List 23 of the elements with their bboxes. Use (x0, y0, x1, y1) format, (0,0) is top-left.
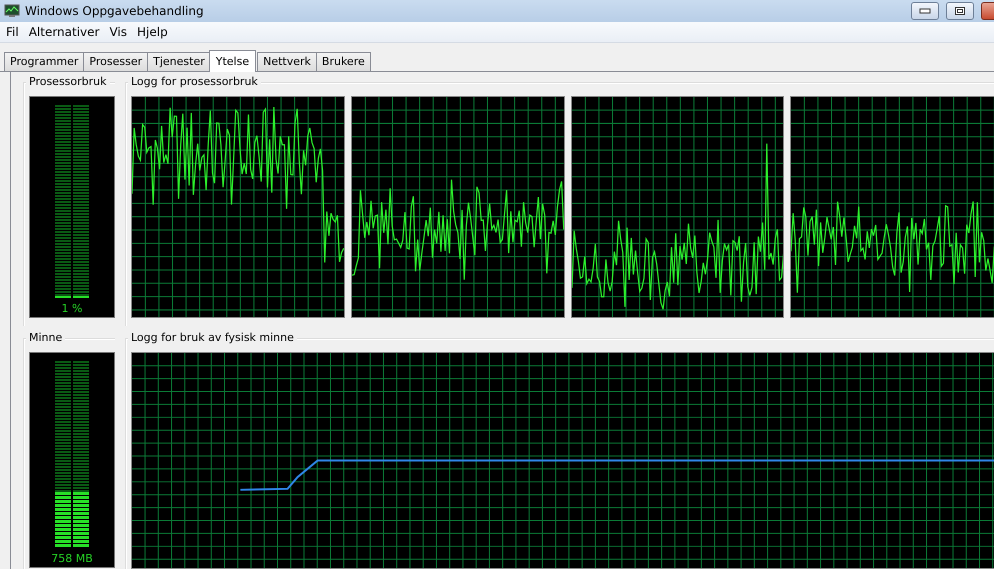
group-title: Logg for prosessorbruk (128, 75, 261, 88)
tab[interactable]: Brukere (316, 52, 371, 71)
minimize-icon (919, 8, 931, 14)
tab[interactable]: Tjenester (147, 52, 211, 71)
group-title: Minne (26, 331, 66, 344)
meter-reading: 758 MB (51, 551, 93, 567)
close-button[interactable] (981, 2, 994, 20)
menu-item[interactable]: Alternativer (24, 25, 106, 39)
tab[interactable]: Ytelse (208, 50, 256, 72)
minimize-button[interactable] (911, 2, 939, 20)
window-title: Windows Oppgavebehandling (25, 4, 204, 18)
tab[interactable]: Programmer (4, 52, 84, 71)
menu-item[interactable]: Fil (2, 25, 25, 39)
menu-item[interactable]: Hjelp (133, 25, 174, 39)
tab[interactable]: Prosesser (83, 52, 148, 71)
group-title: Logg for bruk av fysisk minne (128, 331, 297, 344)
meter-reading: 1 % (62, 301, 82, 317)
tab[interactable]: Nettverk (257, 52, 317, 71)
group-title: Prosessorbruk (26, 75, 110, 88)
maximize-button[interactable] (946, 2, 974, 20)
menu-item[interactable]: Vis (105, 25, 134, 39)
app-icon (4, 4, 20, 18)
maximize-icon (954, 6, 966, 16)
